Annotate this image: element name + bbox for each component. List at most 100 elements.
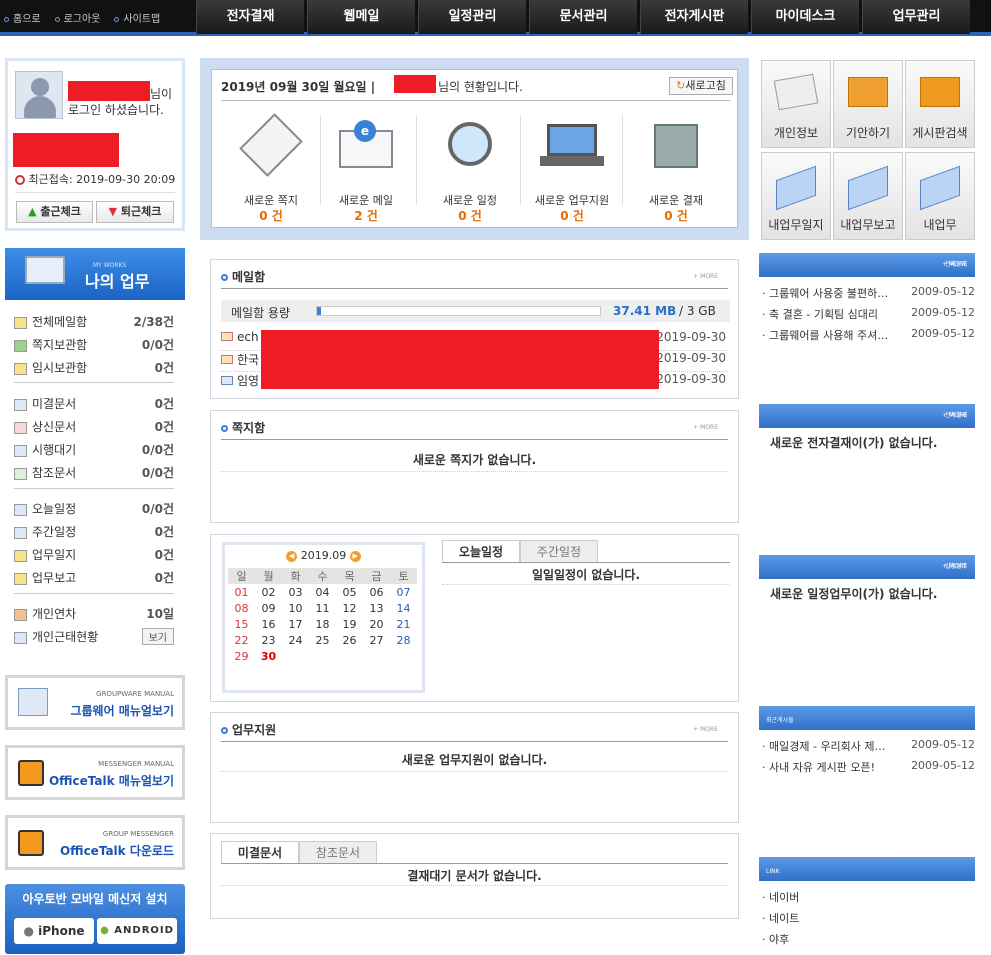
- calendar-day[interactable]: 23: [255, 632, 282, 648]
- quick-board-search[interactable]: 게시판검색: [905, 60, 975, 148]
- calendar-day[interactable]: 16: [255, 616, 282, 632]
- tab-weekly-schedule[interactable]: 주간일정: [520, 540, 598, 562]
- calendar-day[interactable]: 25: [309, 632, 336, 648]
- menu-weekly-schedule[interactable]: 주간일정 0건: [14, 523, 174, 540]
- calendar-day[interactable]: 04: [309, 584, 336, 600]
- calendar-day[interactable]: 05: [336, 584, 363, 600]
- calendar-day[interactable]: 01: [228, 584, 255, 600]
- iphone-button[interactable]: ● iPhone: [14, 918, 94, 944]
- redacted-name: [394, 75, 436, 93]
- calendar-day[interactable]: 18: [309, 616, 336, 632]
- mailbox-more-link[interactable]: + MORE: [693, 273, 718, 280]
- calendar-day[interactable]: 13: [363, 600, 390, 616]
- recent-item[interactable]: · 매일경제 - 우리회사 제… 2009-05-12: [762, 738, 975, 754]
- link-yahoo[interactable]: · 야후: [762, 931, 975, 947]
- calendar-day[interactable]: 10: [282, 600, 309, 616]
- calendar-day[interactable]: 15: [228, 616, 255, 632]
- calendar-day[interactable]: 28: [390, 632, 417, 648]
- notice-item[interactable]: · 축 결혼 - 기획팀 심대리 2009-05-12: [762, 306, 975, 322]
- tab-reference-docs[interactable]: 참조문서: [299, 841, 377, 863]
- calendar-icon: [14, 631, 27, 644]
- quick-personal-info[interactable]: 개인정보: [761, 60, 831, 148]
- calendar-day[interactable]: 07: [390, 584, 417, 600]
- link-nate[interactable]: · 네이트: [762, 910, 975, 926]
- calendar-day[interactable]: 26: [336, 632, 363, 648]
- messenger-manual-banner[interactable]: MESSENGER MANUAL OfficeTalk 매뉴얼보기: [5, 745, 185, 800]
- android-button[interactable]: ● ANDROID: [97, 918, 177, 944]
- nav-approval[interactable]: 전자결재: [196, 0, 304, 34]
- calendar-day[interactable]: 19: [336, 616, 363, 632]
- menu-reference-docs[interactable]: 참조문서 0/0건: [14, 464, 174, 481]
- checkout-button[interactable]: ▼ 퇴근체크: [96, 201, 174, 223]
- open-envelope-icon: [221, 376, 233, 385]
- book-user-icon: [848, 165, 888, 211]
- refresh-icon: ↻: [676, 79, 686, 92]
- refresh-button[interactable]: ↻새로고침: [669, 77, 733, 95]
- menu-today-schedule[interactable]: 오늘일정 0/0건: [14, 500, 174, 517]
- menu-submitted-docs[interactable]: 상신문서 0건: [14, 418, 174, 435]
- support-more-link[interactable]: + MORE: [693, 726, 718, 733]
- myworks-title: 나의 업무: [85, 272, 150, 291]
- logout-link[interactable]: 로그아웃: [54, 10, 100, 25]
- calendar-day[interactable]: 11: [309, 600, 336, 616]
- calendar-day[interactable]: 02: [255, 584, 282, 600]
- nav-webmail[interactable]: 웹메일: [307, 0, 415, 34]
- notice-item[interactable]: · 그룹웨어를 사용해 주셔… 2009-05-12: [762, 327, 975, 343]
- menu-pending-docs[interactable]: 미결문서 0건: [14, 395, 174, 412]
- memo-more-link[interactable]: + MORE: [693, 424, 718, 431]
- quick-my-work-log[interactable]: 내업무일지: [761, 152, 831, 240]
- nav-schedule[interactable]: 일정관리: [418, 0, 526, 34]
- mail-usage-track: [316, 306, 601, 316]
- calendar-day[interactable]: 03: [282, 584, 309, 600]
- nav-board[interactable]: 전자게시판: [640, 0, 748, 34]
- notice-item[interactable]: · 그룹웨어 사용중 불편하… 2009-05-12: [762, 285, 975, 301]
- quick-my-work-report[interactable]: 내업무보고: [833, 152, 903, 240]
- apple-icon: ●: [23, 924, 34, 938]
- attendance-view-button[interactable]: 보기: [141, 628, 174, 645]
- link-naver[interactable]: · 네이버: [762, 889, 975, 905]
- notice-more-link[interactable]: + MORE: [942, 253, 967, 277]
- sitemap-link[interactable]: 사이트맵: [114, 10, 160, 25]
- tab-today-schedule[interactable]: 오늘일정: [442, 540, 520, 562]
- groupware-manual-banner[interactable]: GROUPWARE MANUAL 그룹웨어 매뉴얼보기: [5, 675, 185, 730]
- menu-waiting-docs[interactable]: 시행대기 0/0건: [14, 441, 174, 458]
- calendar-day[interactable]: 14: [390, 600, 417, 616]
- menu-work-report[interactable]: 업무보고 0건: [14, 569, 174, 586]
- tab-pending-docs[interactable]: 미결문서: [221, 841, 299, 863]
- menu-work-log[interactable]: 업무일지 0건: [14, 546, 174, 563]
- calendar-day[interactable]: 17: [282, 616, 309, 632]
- quick-draft[interactable]: 기안하기: [833, 60, 903, 148]
- calendar-day[interactable]: 22: [228, 632, 255, 648]
- nav-mydesk[interactable]: 마이데스크: [751, 0, 859, 34]
- memo-title: 쪽지함: [221, 419, 265, 436]
- prev-month-button[interactable]: ◀: [286, 550, 298, 562]
- nav-work[interactable]: 업무관리: [862, 0, 970, 34]
- board-icon: [920, 77, 960, 107]
- calendar-day[interactable]: 08: [228, 600, 255, 616]
- checkin-button[interactable]: ▲ 출근체크: [16, 201, 93, 223]
- calendar-day[interactable]: 09: [255, 600, 282, 616]
- calendar-day[interactable]: 06: [363, 584, 390, 600]
- messenger-download-banner[interactable]: GROUP MESSENGER OfficeTalk 다운로드: [5, 815, 185, 870]
- menu-all-mail[interactable]: 전체메일함 2/38건: [14, 313, 174, 330]
- calendar-day[interactable]: 20: [363, 616, 390, 632]
- menu-memo-box[interactable]: 쪽지보관함 0/0건: [14, 336, 174, 353]
- calendar-day[interactable]: 29: [228, 648, 255, 664]
- calendar-day[interactable]: 24: [282, 632, 309, 648]
- calendar-day[interactable]: 27: [363, 632, 390, 648]
- approval-more-link[interactable]: + MORE: [942, 404, 967, 428]
- tasks-more-link[interactable]: + MORE: [942, 555, 967, 579]
- calendar-day[interactable]: 12: [336, 600, 363, 616]
- menu-annual-leave[interactable]: 개인연차 10일: [14, 605, 174, 622]
- nav-documents[interactable]: 문서관리: [529, 0, 637, 34]
- mobile-title: 아우토반 모바일 메신저 설치: [22, 892, 168, 906]
- quick-my-work[interactable]: 내업무: [905, 152, 975, 240]
- recent-item[interactable]: · 사내 자유 게시판 오픈! 2009-05-12: [762, 759, 975, 775]
- calendar-day[interactable]: 21: [390, 616, 417, 632]
- home-link[interactable]: 홈으로: [4, 10, 41, 25]
- menu-drafts[interactable]: 임시보관함 0건: [14, 359, 174, 376]
- schedule-empty: 일일일정이 없습니다.: [531, 568, 641, 582]
- mail-usage-bar: 메일함 용량 37.41 MB / 3 GB: [221, 300, 730, 322]
- calendar-day[interactable]: 30: [255, 648, 282, 664]
- next-month-button[interactable]: ▶: [349, 550, 361, 562]
